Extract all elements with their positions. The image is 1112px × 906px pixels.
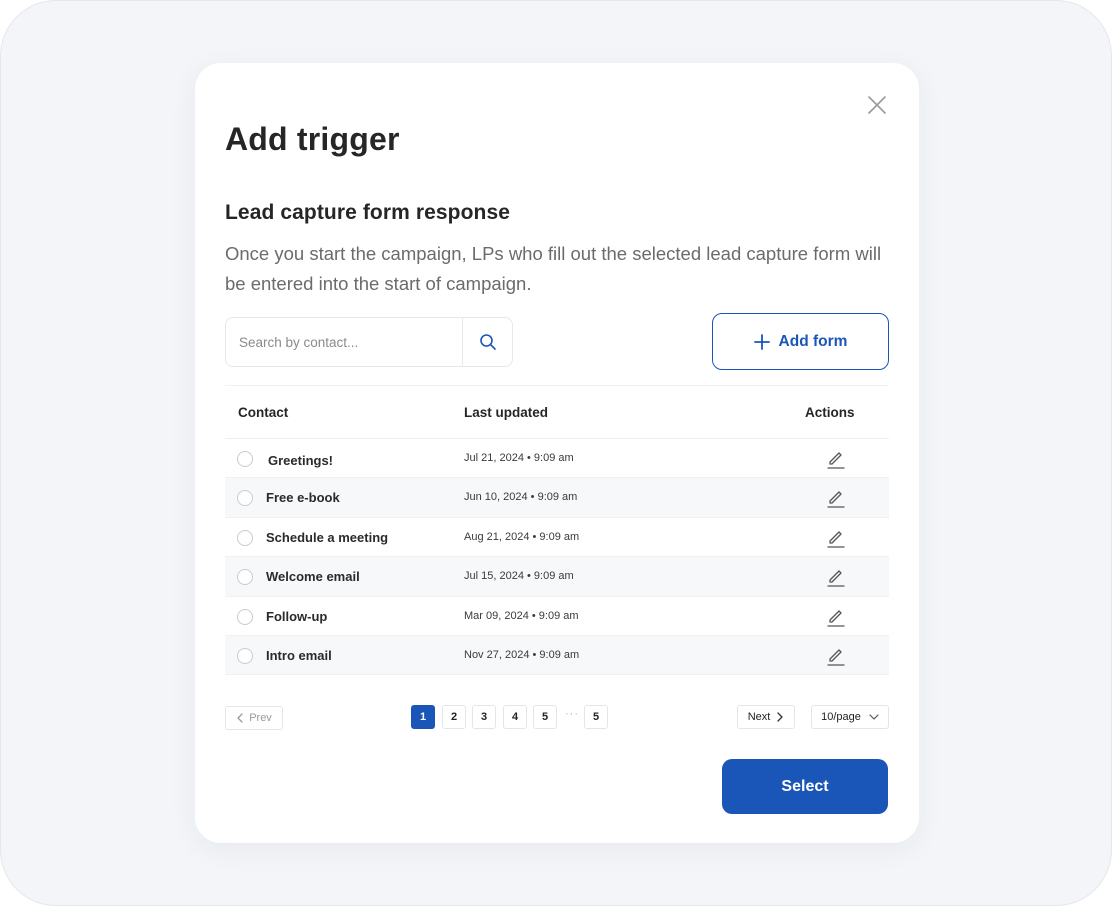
next-page-button[interactable]: Next: [737, 705, 795, 729]
row-contact-name: Greetings!: [268, 453, 334, 468]
row-contact-name: Schedule a meeting: [266, 529, 389, 545]
section-description: Once you start the campaign, LPs who fil…: [225, 243, 882, 294]
add-trigger-modal: Add trigger Lead capture form response O…: [195, 63, 919, 843]
section-subtitle: Lead capture form response: [225, 201, 511, 224]
chevron-down-icon: [869, 714, 879, 720]
edit-button[interactable]: [825, 488, 847, 510]
select-button[interactable]: Select: [722, 759, 888, 814]
table-row[interactable]: Welcome email Jul 15, 2024 • 9:09 am: [225, 557, 889, 597]
table-row[interactable]: Schedule a meeting Aug 21, 2024 • 9:09 a…: [225, 518, 889, 558]
search-button[interactable]: [462, 318, 512, 366]
search-icon: [479, 334, 496, 350]
edit-icon: [827, 570, 845, 587]
row-last-updated: Jul 15, 2024 • 9:09 am: [464, 570, 574, 583]
edit-icon: [827, 609, 845, 627]
row-last-updated: Aug 21, 2024 • 9:09 am: [464, 530, 580, 543]
prev-page-button[interactable]: Prev: [225, 706, 283, 730]
table-row[interactable]: Free e-book Jun 10, 2024 • 9:09 am: [225, 478, 889, 518]
chevron-right-icon: [777, 712, 783, 722]
row-contact-name: Welcome email: [266, 569, 360, 585]
page-button-1[interactable]: 1: [411, 705, 435, 729]
plus-icon: [753, 333, 770, 350]
table-row[interactable]: Intro email Nov 27, 2024 • 9:09 am: [225, 635, 889, 676]
edit-button[interactable]: [825, 607, 847, 629]
page-button-last[interactable]: 5: [584, 705, 608, 729]
pagination-ellipsis: ···: [565, 708, 579, 720]
table-row[interactable]: Greetings! Jul 21, 2024 • 9:09 am: [225, 439, 889, 479]
row-radio[interactable]: [237, 490, 253, 507]
chevron-left-icon: [237, 713, 243, 723]
close-button[interactable]: [865, 93, 889, 117]
column-header-last-updated: Last updated: [464, 405, 549, 420]
edit-icon: [827, 491, 845, 509]
edit-icon: [827, 531, 845, 548]
row-radio[interactable]: [237, 608, 253, 625]
app-background: Add trigger Lead capture form response O…: [0, 0, 1112, 906]
edit-icon: [827, 649, 845, 666]
table-header: Contact Last updated Actions: [225, 386, 889, 439]
search-input[interactable]: [226, 318, 462, 366]
page-button-3[interactable]: 3: [472, 705, 496, 729]
row-contact-name: Free e-book: [266, 490, 340, 506]
row-radio[interactable]: [237, 647, 253, 664]
row-last-updated: Jun 10, 2024 • 9:09 am: [464, 491, 578, 504]
row-radio[interactable]: [237, 529, 253, 546]
row-contact-name: Intro email: [266, 647, 332, 663]
edit-button[interactable]: [825, 646, 847, 668]
row-last-updated: Jul 21, 2024 • 9:09 am: [464, 452, 574, 464]
row-last-updated: Nov 27, 2024 • 9:09 am: [464, 648, 580, 661]
prev-page-label: Prev: [249, 712, 272, 724]
column-header-actions: Actions: [805, 405, 855, 420]
per-page-select[interactable]: 10/page: [811, 705, 889, 729]
edit-button[interactable]: [825, 567, 847, 589]
add-form-label: Add form: [778, 332, 848, 350]
per-page-label: 10/page: [821, 711, 861, 723]
close-icon: [868, 96, 886, 114]
add-form-button[interactable]: Add form: [712, 313, 889, 370]
next-page-label: Next: [747, 711, 771, 723]
edit-button[interactable]: [825, 449, 847, 471]
modal-title: Add trigger: [225, 121, 400, 157]
page-button-5[interactable]: 5: [533, 705, 557, 729]
row-last-updated: Mar 09, 2024 • 9:09 am: [464, 609, 579, 622]
edit-button[interactable]: [825, 528, 847, 550]
row-contact-name: Follow-up: [266, 608, 328, 624]
column-header-contact: Contact: [238, 405, 289, 420]
table-row[interactable]: Follow-up Mar 09, 2024 • 9:09 am: [225, 597, 889, 636]
row-radio[interactable]: [237, 451, 253, 467]
forms-table: Contact Last updated Actions Greetings! …: [225, 385, 889, 676]
search-box: [225, 317, 513, 367]
page-button-2[interactable]: 2: [442, 705, 466, 729]
row-radio[interactable]: [237, 569, 253, 586]
edit-icon: [827, 452, 845, 469]
page-button-4[interactable]: 4: [503, 705, 527, 729]
